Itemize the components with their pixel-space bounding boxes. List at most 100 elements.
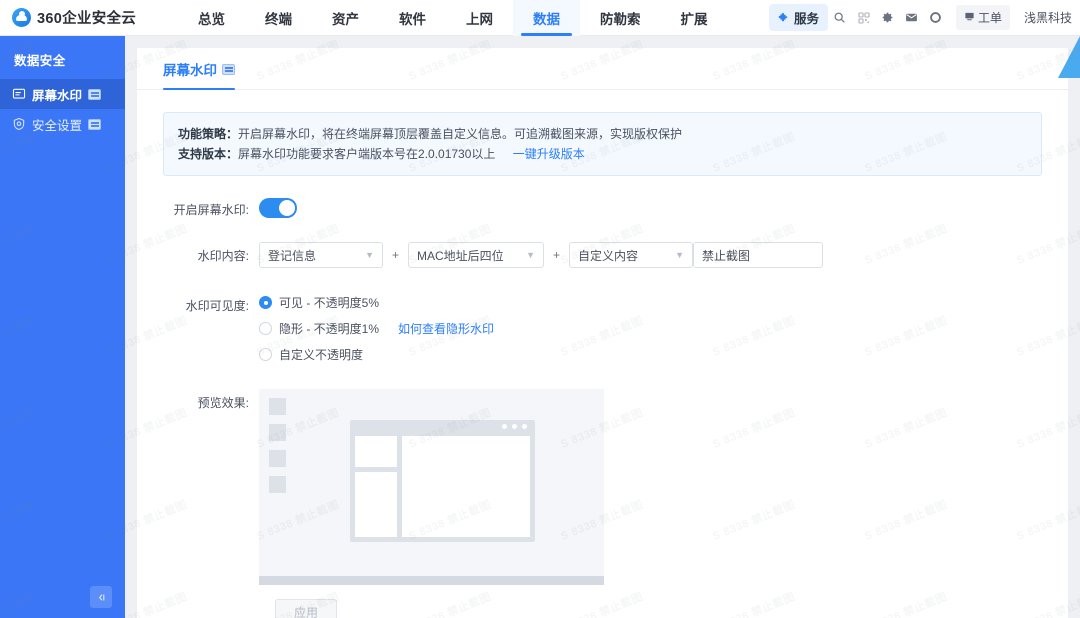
notice-strategy-text: 开启屏幕水印，将在终端屏幕顶层覆盖自定义信息。可追溯截图来源，实现版权保护 bbox=[238, 127, 683, 141]
content-area: 屏幕水印 功能策略：开启屏幕水印，将在终端屏幕顶层覆盖自定义信息。可追溯截图来源… bbox=[125, 36, 1080, 618]
ticket-icon bbox=[964, 11, 975, 25]
preview-desktop-icon bbox=[269, 398, 286, 415]
notice-banner: 功能策略：开启屏幕水印，将在终端屏幕顶层覆盖自定义信息。可追溯截图来源，实现版权… bbox=[163, 112, 1042, 176]
search-icon[interactable] bbox=[828, 6, 852, 30]
preview-window bbox=[350, 420, 535, 542]
sidebar-item-security-settings[interactable]: 安全设置 bbox=[0, 109, 125, 139]
invisible-watermark-help-link[interactable]: 如何查看隐形水印 bbox=[398, 320, 494, 337]
nav-item-zhongduan[interactable]: 终端 bbox=[245, 0, 312, 36]
preview-window-body bbox=[350, 431, 535, 542]
nav-item-zonglan[interactable]: 总览 bbox=[178, 0, 245, 36]
sidebar: 数据安全 屏幕水印 安全设置 bbox=[0, 36, 125, 618]
nav-item-kuozhan[interactable]: 扩展 bbox=[661, 0, 728, 36]
preview-window-titlebar bbox=[350, 420, 535, 431]
sidebar-title: 数据安全 bbox=[14, 54, 66, 68]
enable-watermark-row: 开启屏幕水印: bbox=[163, 196, 1042, 218]
plus-separator-2: + bbox=[553, 248, 561, 262]
preview-window-dot bbox=[512, 423, 517, 429]
watermark-select-3-value: 自定义内容 bbox=[578, 248, 639, 263]
preview-window-block bbox=[355, 436, 397, 467]
header-actions: 服务 工单 浅黑科技 bbox=[768, 4, 1080, 31]
radio-custom-opacity-label: 自定义不透明度 bbox=[279, 348, 364, 362]
ticket-button-label: 工单 bbox=[977, 11, 1002, 25]
panel-tabbar: 屏幕水印 bbox=[137, 48, 1068, 90]
nav-item-shangwang[interactable]: 上网 bbox=[446, 0, 513, 36]
notice-version-label: 支持版本： bbox=[178, 147, 239, 161]
sidebar-item-screen-watermark[interactable]: 屏幕水印 bbox=[0, 79, 125, 109]
user-name[interactable]: 浅黑科技 bbox=[1024, 9, 1072, 26]
enable-watermark-control bbox=[259, 196, 297, 218]
watermark-select-2-value: MAC地址后四位 bbox=[417, 248, 504, 263]
cloud-logo-icon bbox=[12, 8, 31, 27]
radio-custom-opacity[interactable]: 自定义不透明度 bbox=[259, 346, 494, 363]
radio-invisible[interactable]: 隐形 - 不透明度1% 如何查看隐形水印 bbox=[259, 320, 494, 337]
watermark-select-2[interactable]: MAC地址后四位 ▼ bbox=[408, 242, 545, 268]
enable-watermark-toggle[interactable] bbox=[259, 198, 297, 218]
top-header: 360企业安全云 总览 终端 资产 软件 上网 数据 防勒索 扩展 服务 工单 … bbox=[0, 0, 1080, 36]
radio-dot-icon bbox=[259, 296, 272, 309]
sidebar-item-label: 安全设置 bbox=[32, 118, 83, 133]
ticket-button[interactable]: 工单 bbox=[955, 5, 1010, 30]
preview-row: 预览效果: bbox=[163, 389, 1042, 585]
service-button-label: 服务 bbox=[793, 12, 819, 26]
preview-desktop-icons bbox=[269, 398, 286, 502]
qrcode-icon[interactable] bbox=[852, 6, 876, 30]
nav-item-zichan[interactable]: 资产 bbox=[312, 0, 379, 36]
sidebar-collapse-button[interactable] bbox=[90, 586, 112, 608]
preview-desktop-icon bbox=[269, 424, 286, 441]
watermark-content-control: 登记信息 ▼ + MAC地址后四位 ▼ + 自定义内容 ▼ 禁止截图 bbox=[259, 242, 824, 268]
collapse-left-icon bbox=[98, 593, 104, 601]
preview-window-dot bbox=[502, 423, 507, 429]
watermark-select-3[interactable]: 自定义内容 ▼ bbox=[569, 242, 694, 268]
main-nav: 总览 终端 资产 软件 上网 数据 防勒索 扩展 bbox=[178, 0, 728, 36]
preview-window-block bbox=[355, 472, 397, 537]
nav-item-fanglesuo[interactable]: 防勒索 bbox=[580, 0, 661, 36]
monitor-badge-icon bbox=[88, 88, 102, 100]
watermark-custom-input[interactable]: 禁止截图 bbox=[693, 242, 824, 268]
preview-desktop-icon bbox=[269, 476, 286, 493]
gear-icon[interactable] bbox=[876, 6, 900, 30]
brand[interactable]: 360企业安全云 bbox=[0, 7, 160, 28]
enable-watermark-label: 开启屏幕水印: bbox=[173, 203, 249, 217]
apply-button[interactable]: 应用 bbox=[275, 599, 337, 618]
settings-panel: 屏幕水印 功能策略：开启屏幕水印，将在终端屏幕顶层覆盖自定义信息。可追溯截图来源… bbox=[137, 48, 1068, 618]
tab-label: 屏幕水印 bbox=[163, 63, 217, 78]
brand-name: 360企业安全云 bbox=[37, 11, 137, 27]
watermark-content-label: 水印内容: bbox=[197, 249, 249, 263]
apply-row: 应用 bbox=[163, 585, 1042, 618]
settings-form: 开启屏幕水印: 水印内容: 登记信息 ▼ + MAC地址后四位 ▼ + 自定义内… bbox=[137, 196, 1068, 618]
monitor-badge-icon bbox=[88, 118, 102, 130]
watermark-select-1[interactable]: 登记信息 ▼ bbox=[259, 242, 383, 268]
chevron-down-icon: ▼ bbox=[526, 250, 536, 260]
plus-separator-1: + bbox=[392, 248, 400, 262]
preview-window-controls bbox=[502, 423, 527, 429]
preview-window-main bbox=[402, 436, 530, 537]
tab-screen-watermark[interactable]: 屏幕水印 bbox=[163, 48, 235, 90]
mail-icon[interactable] bbox=[900, 6, 924, 30]
service-button[interactable]: 服务 bbox=[768, 4, 828, 31]
sidebar-item-label: 屏幕水印 bbox=[32, 88, 83, 103]
upgrade-version-link[interactable]: 一键升级版本 bbox=[513, 147, 585, 161]
watermark-visibility-label: 水印可见度: bbox=[185, 299, 249, 313]
preview-window-sidebar bbox=[355, 436, 397, 537]
notice-version-row: 支持版本：屏幕水印功能要求客户端版本号在2.0.01730以上 一键升级版本 bbox=[178, 144, 1027, 164]
chevron-down-icon: ▼ bbox=[365, 250, 374, 260]
radio-dot-icon bbox=[259, 322, 272, 335]
screen-icon bbox=[12, 87, 26, 101]
monitor-badge-icon bbox=[222, 63, 235, 75]
nav-item-shuju[interactable]: 数据 bbox=[513, 0, 580, 36]
preview-desktop-icon bbox=[269, 450, 286, 467]
radio-dot-icon bbox=[259, 348, 272, 361]
nav-item-ruanjian[interactable]: 软件 bbox=[379, 0, 446, 36]
radio-visible[interactable]: 可见 - 不透明度5% bbox=[259, 294, 494, 311]
watermark-custom-value: 禁止截图 bbox=[702, 248, 751, 263]
notice-strategy-label: 功能策略： bbox=[178, 127, 239, 141]
puzzle-icon bbox=[778, 12, 790, 24]
preview-control bbox=[259, 389, 604, 585]
circle-icon[interactable] bbox=[924, 6, 948, 30]
app-root: 360企业安全云 总览 终端 资产 软件 上网 数据 防勒索 扩展 服务 工单 … bbox=[0, 0, 1080, 618]
radio-invisible-label: 隐形 - 不透明度1% bbox=[279, 322, 380, 336]
watermark-visibility-control: 可见 - 不透明度5% 隐形 - 不透明度1% 如何查看隐形水印 自定义不透明度 bbox=[259, 292, 494, 363]
radio-visible-label: 可见 - 不透明度5% bbox=[279, 296, 380, 310]
watermark-visibility-row: 水印可见度: 可见 - 不透明度5% 隐形 - 不透明度1% 如何查看隐形水印 bbox=[163, 292, 1042, 363]
